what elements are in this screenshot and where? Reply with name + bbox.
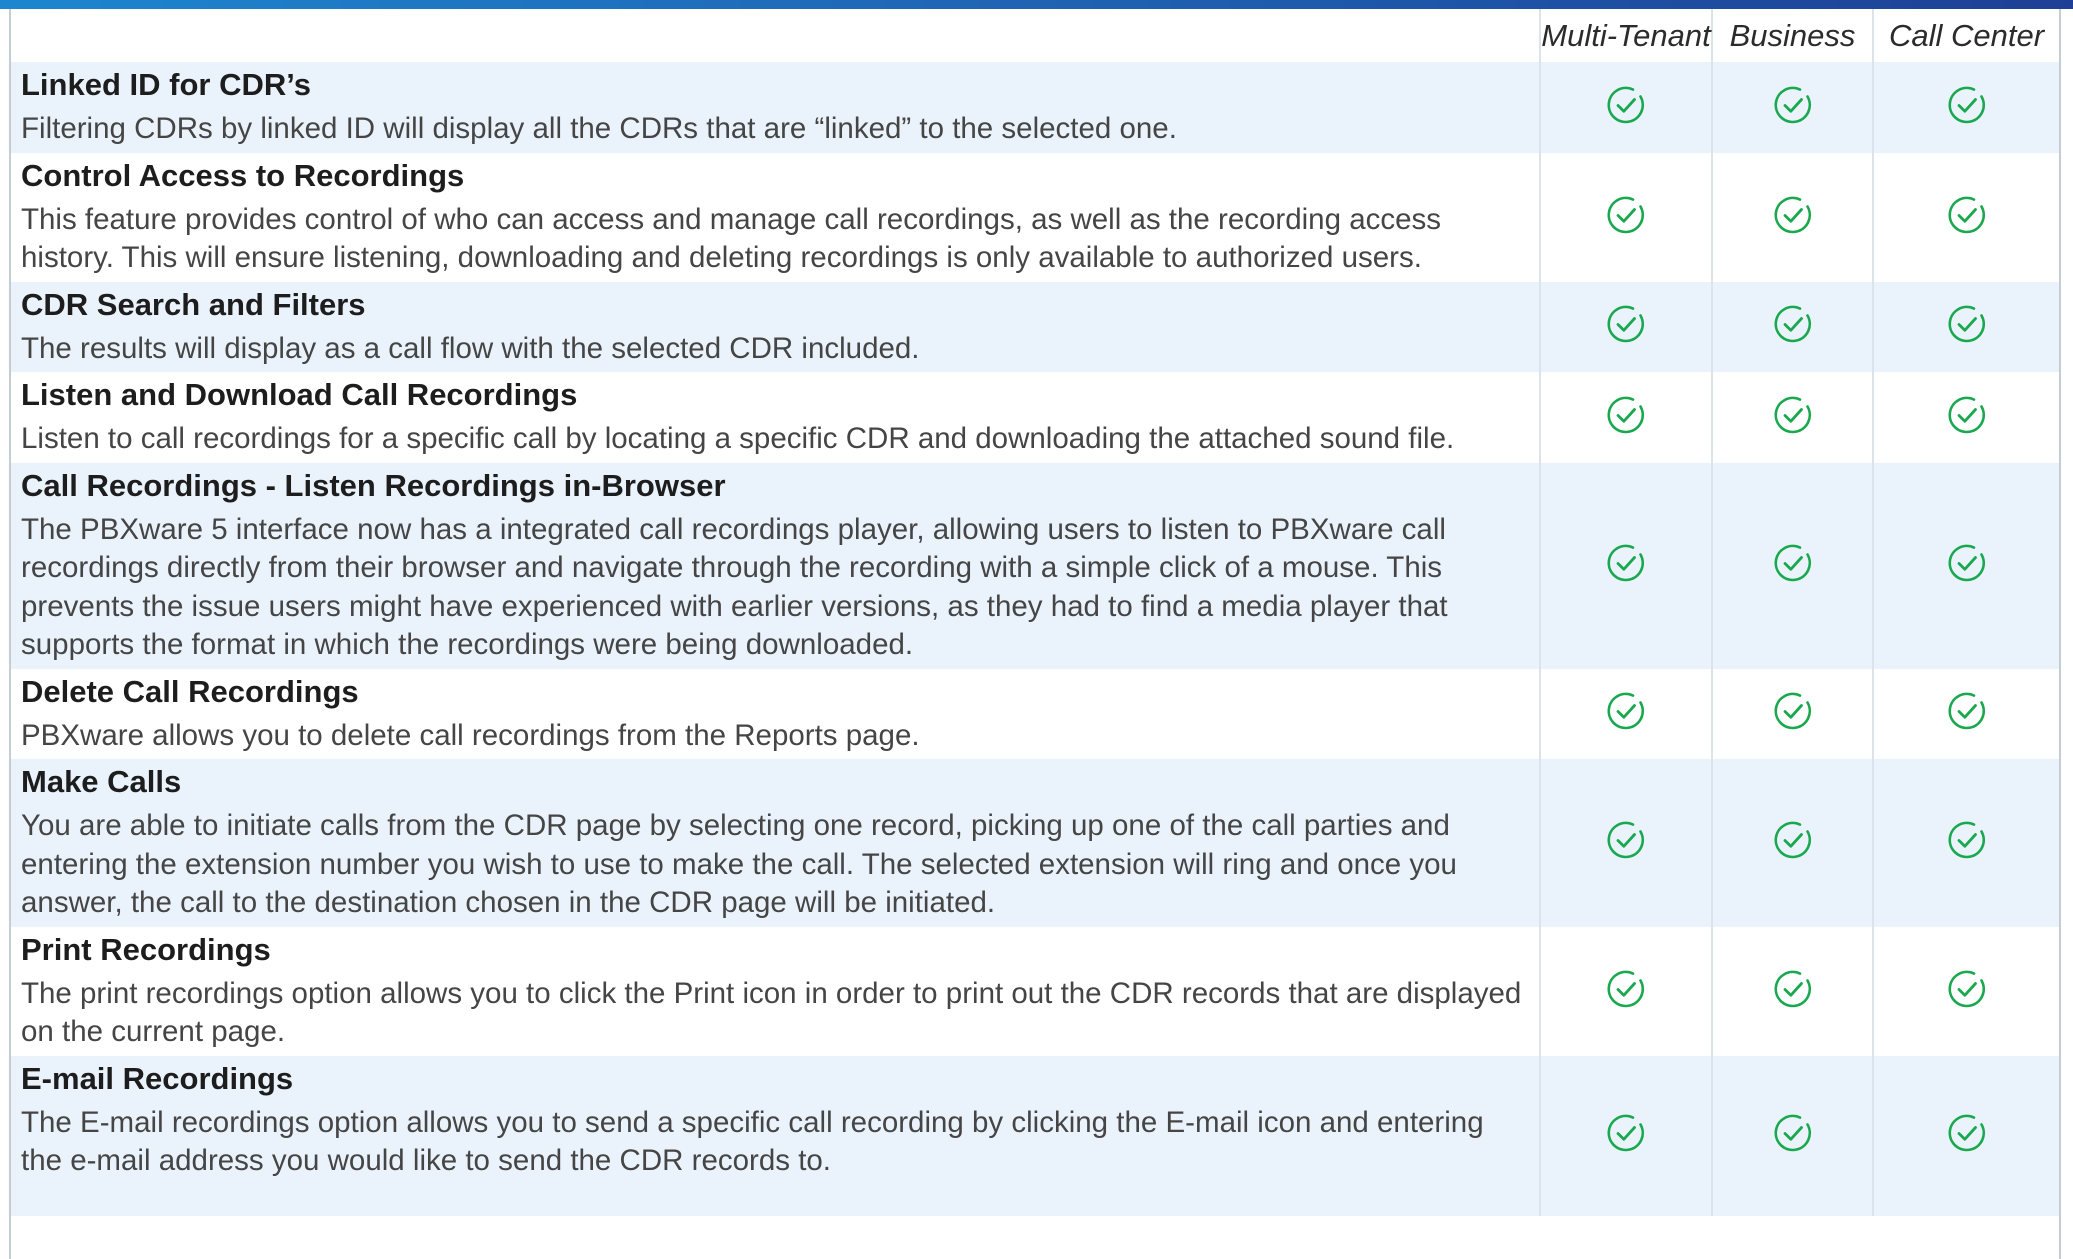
check-circle-icon — [1605, 542, 1647, 584]
availability-cell-multi-tenant — [1539, 152, 1712, 282]
check-circle-icon — [1772, 84, 1814, 126]
table-row: CDR Search and Filters The results will d… — [11, 281, 2059, 372]
availability-cell-multi-tenant — [1539, 372, 1712, 463]
feature-comparison-table: Multi-Tenant Business Call Center Linked… — [11, 9, 2059, 1216]
table-row: Linked ID for CDR’s Filtering CDRs by lin… — [11, 62, 2059, 153]
check-circle-icon — [1605, 819, 1647, 861]
feature-name: Print Recordings — [21, 931, 271, 967]
feature-cell: Control Access to Recordings This feature… — [11, 152, 1540, 282]
feature-name: E-mail Recordings — [21, 1060, 294, 1096]
feature-description: Filtering CDRs by linked ID will display… — [21, 112, 1177, 145]
check-circle-icon — [1946, 819, 1988, 861]
availability-cell-business — [1711, 62, 1873, 153]
check-circle-icon — [1772, 542, 1814, 584]
check-circle-icon — [1605, 394, 1647, 436]
column-header-call-center: Call Center — [1872, 9, 2059, 62]
check-circle-icon — [1605, 1112, 1647, 1154]
feature-name: Control Access to Recordings — [21, 157, 465, 193]
check-circle-icon — [1946, 542, 1988, 584]
availability-cell-multi-tenant — [1539, 1055, 1712, 1216]
availability-cell-business — [1711, 926, 1873, 1056]
availability-cell-call-center — [1872, 152, 2059, 282]
feature-description: Listen to call recordings for a specific… — [21, 422, 1455, 455]
table-row: Call Recordings - Listen Recordings in-B… — [11, 462, 2059, 669]
availability-cell-business — [1711, 1055, 1873, 1216]
availability-cell-call-center — [1872, 372, 2059, 463]
feature-name: Delete Call Recordings — [21, 673, 359, 709]
table-row: Delete Call Recordings PBXware allows you… — [11, 668, 2059, 759]
table-row: Control Access to Recordings This feature… — [11, 152, 2059, 282]
availability-cell-business — [1711, 759, 1873, 927]
column-header-multi-tenant: Multi-Tenant — [1539, 9, 1712, 62]
availability-cell-business — [1711, 462, 1873, 669]
table-row: Make Calls You are able to initiate calls… — [11, 759, 2059, 927]
feature-cell: Listen and Download Call Recordings Liste… — [11, 372, 1540, 463]
feature-cell: Call Recordings - Listen Recordings in-B… — [11, 462, 1540, 669]
check-circle-icon — [1605, 194, 1647, 236]
feature-cell: Delete Call Recordings PBXware allows you… — [11, 668, 1540, 759]
check-circle-icon — [1946, 968, 1988, 1010]
feature-cell: Print Recordings The print recordings opt… — [11, 926, 1540, 1056]
feature-cell: Linked ID for CDR’s Filtering CDRs by lin… — [11, 62, 1540, 153]
table-row: Listen and Download Call Recordings Liste… — [11, 372, 2059, 463]
check-circle-icon — [1772, 968, 1814, 1010]
feature-cell: CDR Search and Filters The results will d… — [11, 281, 1540, 372]
feature-description: The PBXware 5 interface now has a integr… — [21, 512, 1448, 662]
column-header-business: Business — [1711, 9, 1873, 62]
availability-cell-multi-tenant — [1539, 926, 1712, 1056]
check-circle-icon — [1772, 1112, 1814, 1154]
table-row: E-mail Recordings The E-mail recordings o… — [11, 1055, 2059, 1216]
check-circle-icon — [1772, 819, 1814, 861]
feature-name: Listen and Download Call Recordings — [21, 377, 578, 412]
availability-cell-call-center — [1872, 668, 2059, 759]
check-circle-icon — [1772, 394, 1814, 436]
availability-cell-call-center — [1872, 462, 2059, 669]
table-row: Print Recordings The print recordings opt… — [11, 926, 2059, 1056]
check-circle-icon — [1772, 194, 1814, 236]
check-circle-icon — [1946, 194, 1988, 236]
availability-cell-business — [1711, 372, 1873, 463]
page: Multi-Tenant Business Call Center Linked… — [0, 0, 2073, 1259]
check-circle-icon — [1605, 968, 1647, 1010]
check-circle-icon — [1946, 84, 1988, 126]
top-accent-bar — [0, 0, 2073, 9]
availability-cell-business — [1711, 668, 1873, 759]
availability-cell-call-center — [1872, 1055, 2059, 1216]
availability-cell-multi-tenant — [1539, 462, 1712, 669]
feature-description: The E-mail recordings option allows you … — [21, 1105, 1484, 1178]
check-circle-icon — [1772, 303, 1814, 345]
availability-cell-business — [1711, 281, 1873, 372]
feature-description: You are able to initiate calls from the … — [21, 809, 1457, 919]
feature-description: PBXware allows you to delete call record… — [21, 718, 920, 752]
check-circle-icon — [1946, 394, 1988, 436]
feature-column-header — [11, 9, 1540, 62]
check-circle-icon — [1605, 303, 1647, 345]
feature-description: The results will display as a call flow … — [21, 331, 920, 365]
feature-name: Make Calls — [21, 764, 182, 799]
feature-cell: Make Calls You are able to initiate calls… — [11, 759, 1540, 927]
availability-cell-multi-tenant — [1539, 62, 1712, 153]
feature-name: Linked ID for CDR’s — [21, 67, 311, 102]
availability-cell-call-center — [1872, 281, 2059, 372]
table-header-row: Multi-Tenant Business Call Center — [11, 9, 2059, 62]
availability-cell-call-center — [1872, 759, 2059, 927]
availability-cell-business — [1711, 152, 1873, 282]
feature-cell: E-mail Recordings The E-mail recordings o… — [11, 1055, 1540, 1216]
availability-cell-multi-tenant — [1539, 281, 1712, 372]
availability-cell-call-center — [1872, 62, 2059, 153]
feature-description: This feature provides control of who can… — [21, 202, 1442, 275]
availability-cell-call-center — [1872, 926, 2059, 1056]
availability-cell-multi-tenant — [1539, 759, 1712, 927]
feature-description: The print recordings option allows you t… — [21, 976, 1522, 1049]
check-circle-icon — [1946, 1112, 1988, 1154]
feature-name: Call Recordings - Listen Recordings in-B… — [21, 467, 726, 503]
check-circle-icon — [1946, 303, 1988, 345]
availability-cell-multi-tenant — [1539, 668, 1712, 759]
check-circle-icon — [1605, 690, 1647, 732]
feature-name: CDR Search and Filters — [21, 286, 366, 322]
check-circle-icon — [1605, 84, 1647, 126]
check-circle-icon — [1946, 690, 1988, 732]
check-circle-icon — [1772, 690, 1814, 732]
feature-rows: Linked ID for CDR’s Filtering CDRs by lin… — [11, 62, 2059, 1216]
